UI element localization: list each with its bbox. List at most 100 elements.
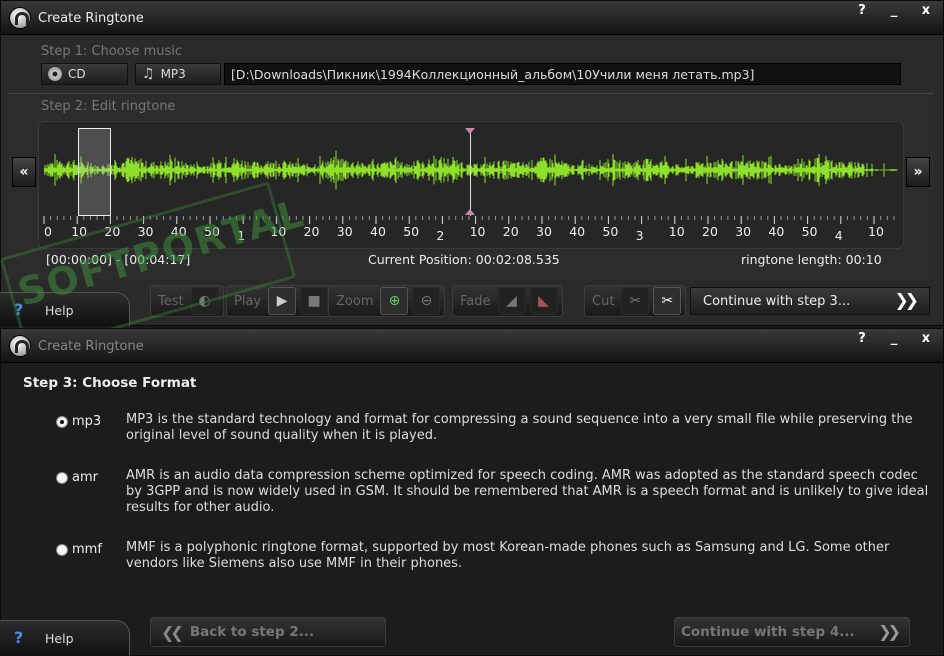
crop-scissors-icon[interactable]: ✂ [653, 287, 682, 315]
fade-in-icon[interactable]: ◢ [497, 287, 526, 315]
ruler-label: 0 [44, 224, 52, 239]
ruler-label: 40 [569, 224, 585, 239]
zoom-out-icon[interactable]: ⊖ [412, 287, 441, 315]
ruler-label: 30 [536, 224, 552, 239]
radio-mp3[interactable] [56, 415, 68, 428]
ruler-label: 40 [370, 224, 386, 239]
scroll-left-button[interactable]: « [12, 157, 36, 187]
double-arrow-right-icon-2: ❯❯ [878, 622, 901, 641]
current-position-text: Current Position: 00:02:08.535 [368, 252, 560, 267]
file-path-field[interactable]: [D:\Downloads\Пикник\1994Коллекционный_а… [224, 63, 901, 85]
window-title: Create Ringtone [38, 11, 144, 26]
ruler-label: 20 [104, 224, 120, 239]
ruler-label: 40 [768, 224, 784, 239]
app-logo-icon-2 [9, 335, 31, 357]
help-question-icon-2: ? [14, 628, 24, 647]
close-button[interactable]: x [919, 3, 933, 18]
play-icon[interactable]: ▶ [268, 287, 297, 315]
help-tab-2[interactable]: ? Help [0, 620, 130, 656]
cursor-top-marker-icon[interactable] [465, 128, 475, 134]
continue-step4-label: Continue with step 4... [681, 624, 855, 640]
format-radio-mp3[interactable]: mp3 [56, 414, 101, 429]
selection-region[interactable] [78, 128, 111, 216]
format-radio-amr[interactable]: amr [56, 470, 98, 485]
cd-label: CD [68, 67, 86, 81]
minimize-button[interactable]: _ [887, 3, 901, 18]
zoom-in-icon[interactable]: ⊕ [380, 287, 409, 315]
continue-step3-button[interactable]: Continue with step 3... ❯❯ [690, 287, 930, 315]
scroll-right-button[interactable]: » [906, 157, 930, 187]
help-window-button[interactable]: ? [855, 3, 869, 18]
headphones-icon[interactable]: ◐ [190, 287, 219, 315]
format-label-mmf: mmf [72, 542, 102, 557]
radio-amr[interactable] [56, 471, 68, 484]
help-label-2: Help [45, 631, 74, 646]
ruler-label: 50 [204, 224, 220, 239]
format-desc-mmf: MMF is a polyphonic ringtone format, sup… [126, 540, 890, 571]
double-arrow-left-icon: ❮❮ [161, 622, 184, 642]
test-label: Test [158, 293, 184, 309]
app-logo-icon [9, 7, 31, 29]
continue-step3-label: Continue with step 3... [703, 293, 851, 309]
help-label: Help [45, 303, 74, 318]
cut-scissors-icon[interactable]: ✂ [621, 287, 650, 315]
playback-cursor[interactable] [470, 128, 471, 216]
close-button-2[interactable]: x [919, 331, 933, 346]
audio-waveform[interactable] [44, 128, 898, 212]
title-bar-2[interactable]: Create Ringtone ? _ x [1, 329, 943, 363]
ruler-label: 10 [270, 224, 286, 239]
ruler-label: 30 [735, 224, 751, 239]
continue-step4-button[interactable]: Continue with step 4... ❯❯ [674, 617, 910, 647]
step1-label: Step 1: Choose music [41, 44, 183, 59]
ruler-label: 10 [470, 224, 486, 239]
stop-icon[interactable]: ■ [300, 287, 329, 315]
window-controls: ? _ x [855, 3, 933, 18]
time-ruler: 0 10 20 30 40 50 1 10 20 30 40 50 2 10 20 30 40 50 3 10 20 30… [43, 216, 895, 242]
format-desc-amr: AMR is an audio data compression scheme … [126, 468, 929, 515]
ringtone-length-text: ringtone length: 00:10 [741, 252, 882, 267]
ruler-label: 10 [71, 224, 87, 239]
format-radio-mmf[interactable]: mmf [56, 542, 102, 557]
fade-out-icon[interactable]: ◣ [529, 287, 558, 315]
step3-title: Step 3: Choose Format [23, 375, 197, 391]
ruler-label: 3 [636, 228, 644, 242]
ruler-label: 30 [138, 224, 154, 239]
zoom-group: Zoom ⊕ ⊖ [328, 285, 446, 317]
fade-label: Fade [460, 293, 491, 309]
radio-mmf[interactable] [56, 543, 68, 556]
back-step2-label: Back to step 2... [189, 624, 315, 640]
format-label-mp3: mp3 [72, 414, 102, 429]
ruler-label: 20 [304, 224, 320, 239]
ruler-label: 4 [835, 228, 843, 242]
cut-group: Cut ✂ ✂ [584, 285, 687, 317]
double-arrow-right-icon: ❯❯ [894, 291, 919, 311]
play-group: Play ▶ ■ [226, 285, 334, 317]
cd-source-button[interactable]: CD [41, 63, 128, 85]
ruler-label: 20 [702, 224, 718, 239]
ruler-label: 50 [802, 224, 818, 239]
help-tab[interactable]: ? Help [0, 292, 130, 326]
zoom-label: Zoom [336, 293, 374, 309]
back-step2-button[interactable]: ❮❮ Back to step 2... [150, 617, 386, 647]
mp3-source-button[interactable]: ♫ MP3 [135, 63, 221, 85]
ruler-label: 30 [337, 224, 353, 239]
mp3-label: MP3 [160, 67, 186, 81]
ruler-label: 40 [171, 224, 187, 239]
play-label: Play [234, 293, 262, 309]
fade-group: Fade ◢ ◣ [452, 285, 563, 317]
minimize-button-2[interactable]: _ [887, 331, 901, 346]
format-desc-mp3: MP3 is the standard technology and forma… [126, 412, 913, 443]
ruler-label: 10 [868, 224, 884, 239]
help-window-button-2[interactable]: ? [855, 331, 869, 346]
music-note-icon: ♫ [142, 66, 155, 82]
title-bar[interactable]: Create Ringtone ? _ x [1, 1, 943, 35]
window-controls-2: ? _ x [855, 331, 933, 346]
selection-range-text: [00:00:00] - [00:04:17] [46, 252, 191, 267]
step2-label: Step 2: Edit ringtone [41, 99, 176, 114]
ruler-label: 50 [403, 224, 419, 239]
test-group: Test ◐ [150, 285, 224, 317]
format-label-amr: amr [72, 470, 98, 485]
window-title-2: Create Ringtone [38, 339, 144, 354]
cut-label: Cut [592, 293, 615, 309]
ruler-label: 10 [669, 224, 685, 239]
